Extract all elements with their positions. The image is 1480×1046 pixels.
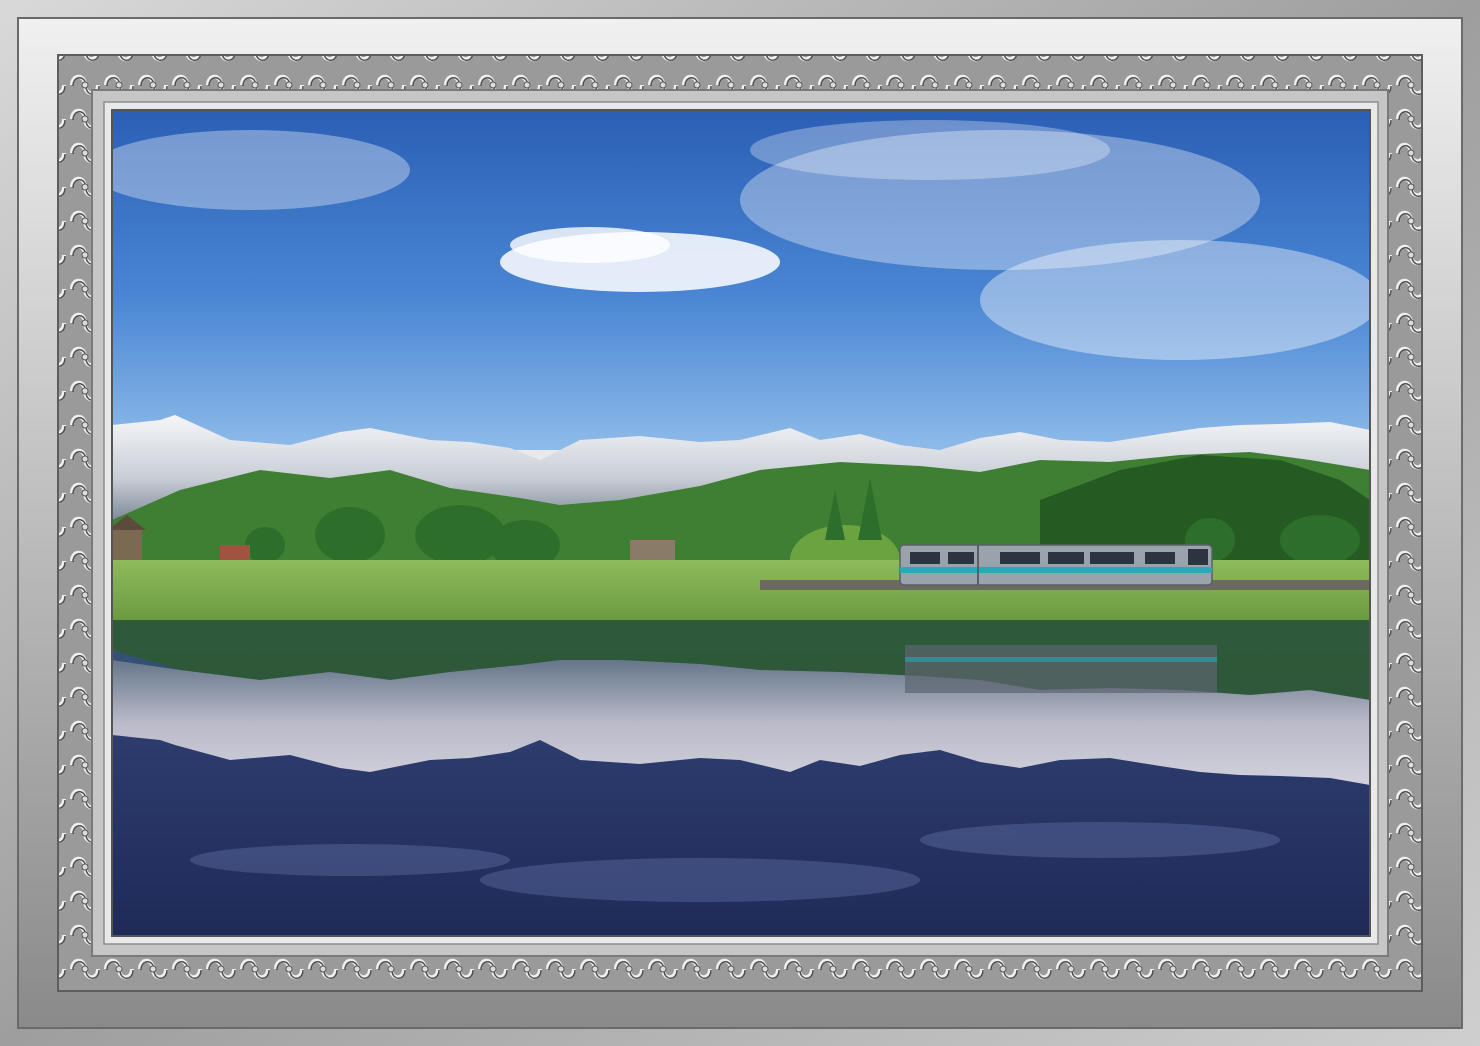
picture-frame: [0, 0, 1480, 1046]
train: [899, 544, 1213, 586]
landscape-photo: [112, 110, 1370, 936]
framed-photo-svg: [0, 0, 1480, 1046]
train-reflection: [905, 645, 1217, 693]
